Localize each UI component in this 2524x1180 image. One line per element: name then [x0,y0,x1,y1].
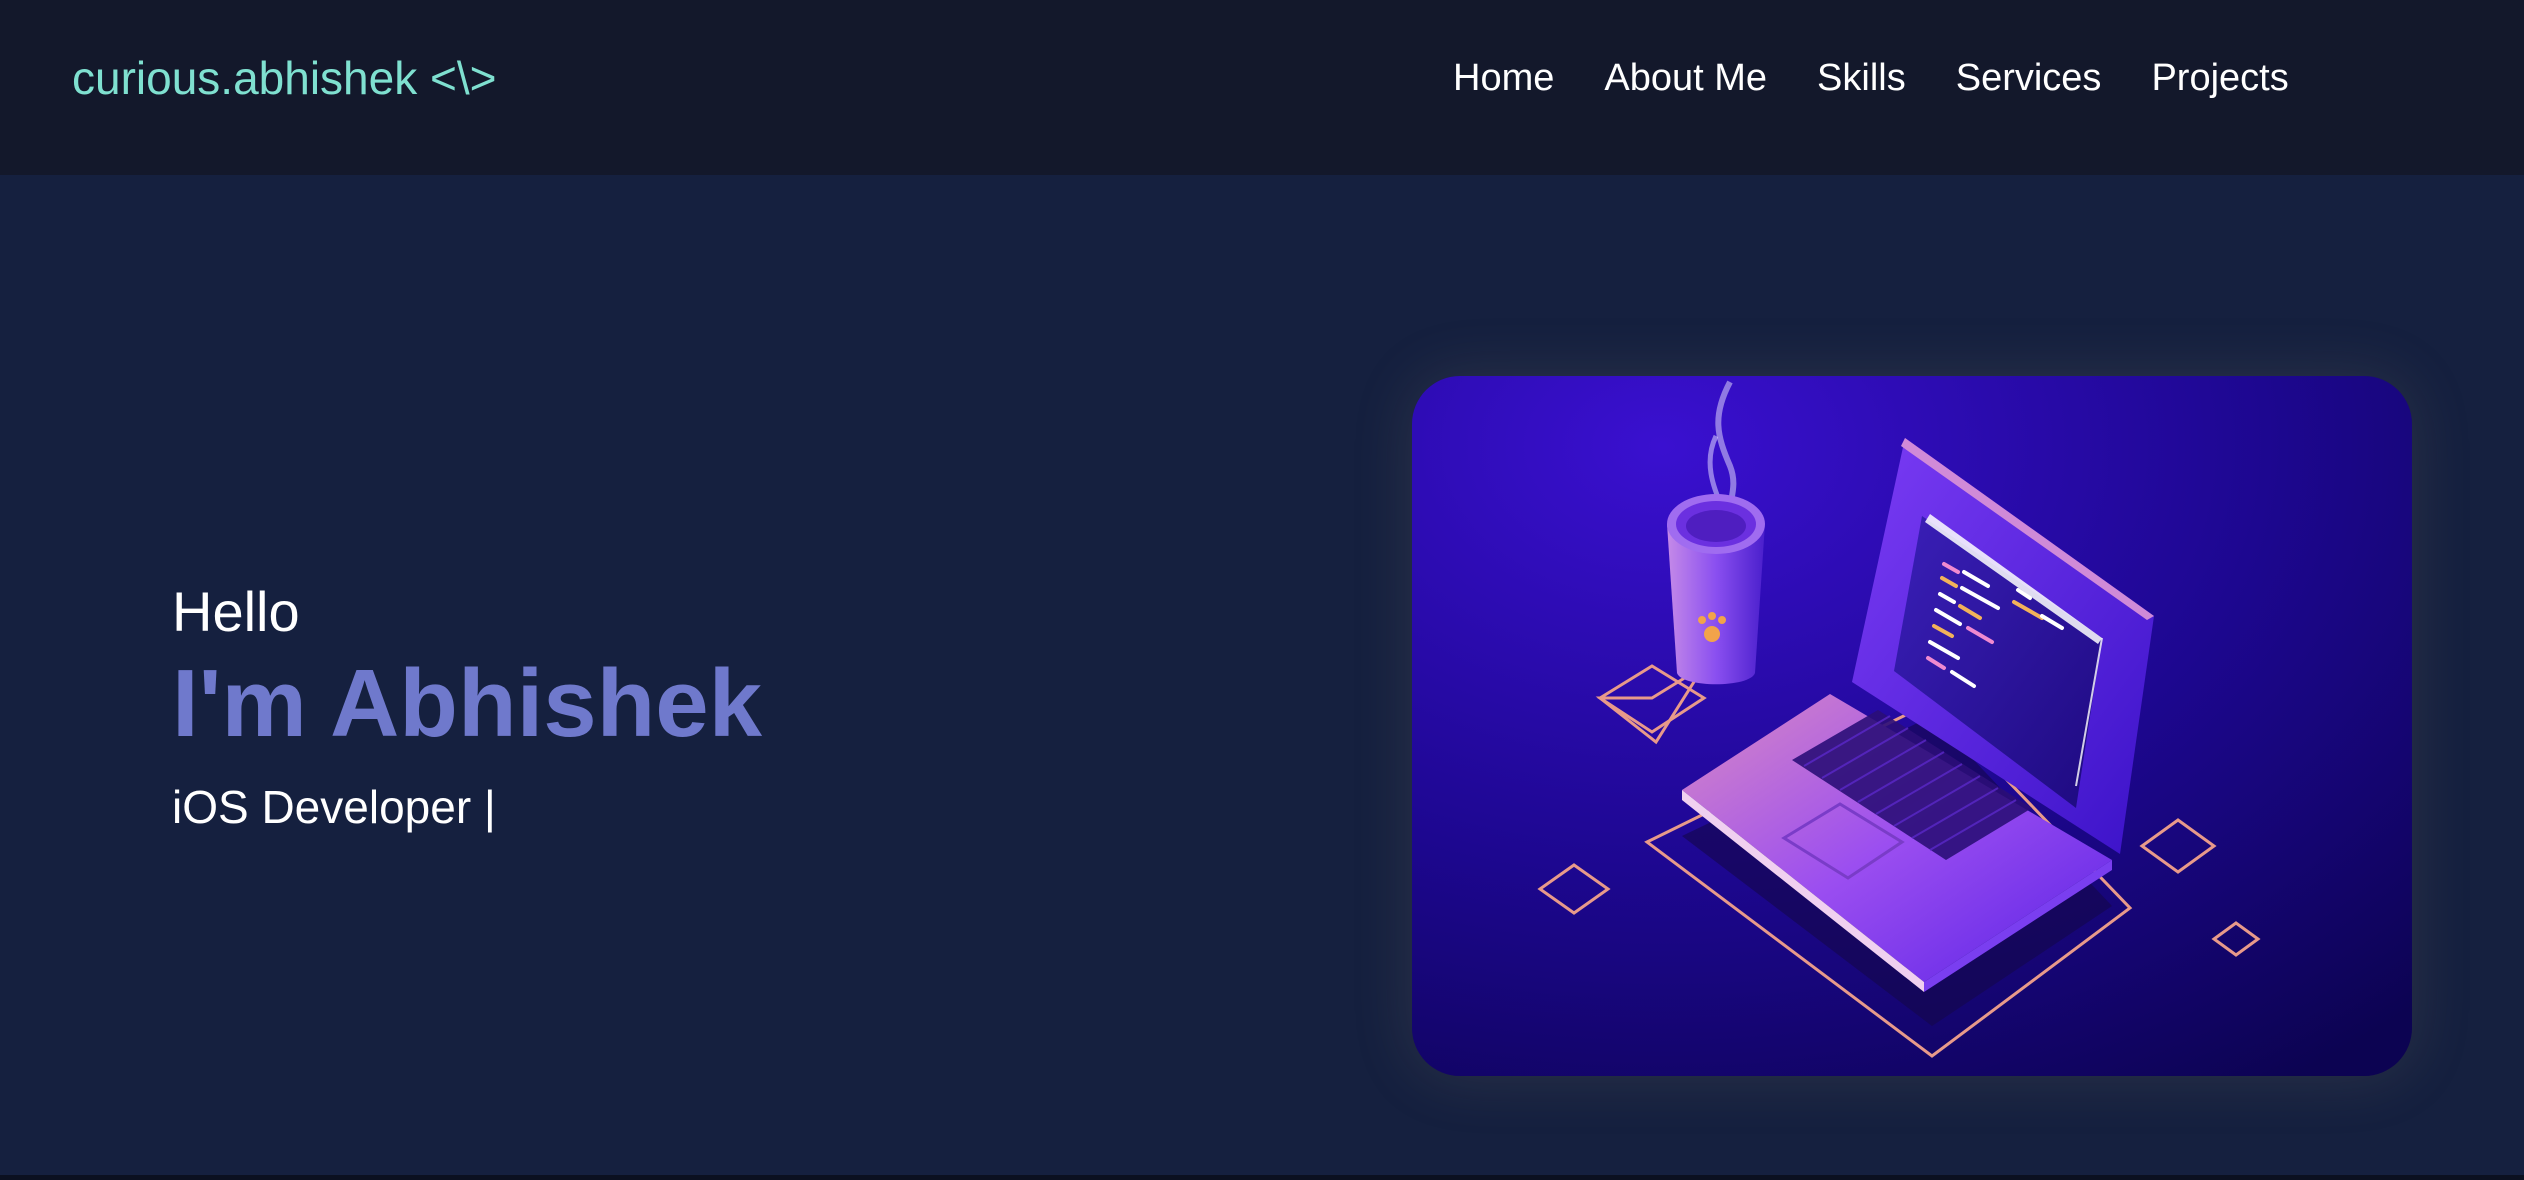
hero-text-block: Hello I'm Abhishek iOS Developer | [172,577,762,837]
nav-menu: Home About Me Skills Services Projects [1453,48,2339,108]
laptop-coffee-illustration [1412,376,2412,1076]
hero-illustration-card [1412,376,2412,1076]
navbar: curious.abhishek <\> Home About Me Skill… [0,0,2524,175]
nav-link-about-me[interactable]: About Me [1604,48,1767,108]
nav-link-projects[interactable]: Projects [2151,48,2288,108]
brand-logo-link[interactable]: curious.abhishek <\> [72,48,497,108]
nav-link-services[interactable]: Services [1956,48,2102,108]
nav-link-skills[interactable]: Skills [1817,48,1906,108]
hero-headline: I'm Abhishek [172,650,763,757]
hero-greeting: Hello [172,580,300,643]
page-bottom-border [0,1175,2524,1180]
hero-subtitle-typing: iOS Developer | [172,781,496,833]
nav-link-home[interactable]: Home [1453,48,1554,108]
